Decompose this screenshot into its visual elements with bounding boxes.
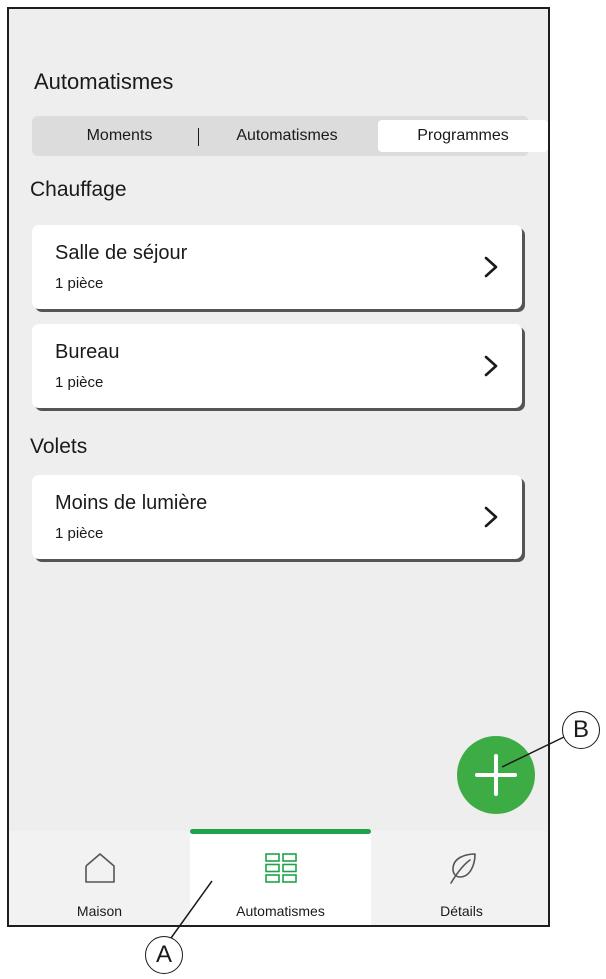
list-item-subtitle: 1 pièce — [55, 525, 104, 542]
segment-divider — [198, 128, 199, 146]
list-item-title: Moins de lumière — [55, 492, 208, 514]
tab-label: Détails — [440, 903, 483, 919]
segment-automatismes[interactable]: Automatismes — [202, 120, 372, 152]
add-button[interactable] — [457, 736, 535, 814]
list-item-bureau[interactable]: Bureau 1 pièce — [32, 324, 522, 408]
active-tab-indicator — [190, 829, 371, 834]
tab-label: Maison — [76, 903, 123, 919]
callout-a: A — [145, 936, 183, 974]
tab-automatismes[interactable]: Automatismes — [190, 829, 371, 925]
tab-label: Automatismes — [236, 903, 325, 919]
list-item-subtitle: 1 pièce — [55, 374, 104, 391]
callout-b: B — [562, 711, 600, 749]
list-item-moins-de-lumiere[interactable]: Moins de lumière 1 pièce — [32, 475, 522, 559]
section-title-volets: Volets — [30, 435, 88, 458]
view-segmented-control: Moments Automatismes Programmes — [32, 116, 548, 156]
bottom-navigation: Maison Automatismes Détails — [9, 829, 548, 925]
list-item-title: Bureau — [55, 341, 120, 363]
page-title: Automatismes — [34, 69, 174, 94]
tab-details[interactable]: Détails — [371, 831, 548, 925]
annotated-screenshot: Automatismes Moments Automatismes Progra… — [0, 0, 606, 979]
home-icon — [84, 853, 115, 883]
chevron-right-icon — [484, 355, 498, 377]
segment-programmes[interactable]: Programmes — [378, 120, 548, 152]
section-title-chauffage: Chauffage — [30, 178, 127, 201]
leaf-icon — [449, 853, 476, 884]
list-item-subtitle: 1 pièce — [55, 275, 104, 292]
phone-screen: Automatismes Moments Automatismes Progra… — [7, 7, 550, 927]
tab-maison[interactable]: Maison — [9, 831, 190, 925]
plus-icon — [475, 754, 517, 796]
list-item-title: Salle de séjour — [55, 242, 188, 264]
grid-icon — [264, 853, 297, 883]
chevron-right-icon — [484, 256, 498, 278]
segment-moments[interactable]: Moments — [42, 120, 197, 152]
list-item-salle-de-sejour[interactable]: Salle de séjour 1 pièce — [32, 225, 522, 309]
chevron-right-icon — [484, 506, 498, 528]
